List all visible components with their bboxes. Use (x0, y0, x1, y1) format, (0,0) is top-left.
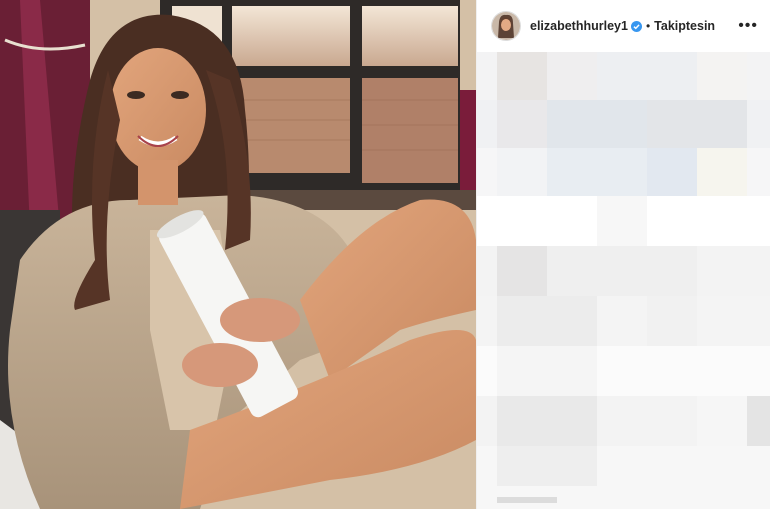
verified-badge-icon (630, 20, 642, 32)
pixel-block (497, 497, 557, 503)
instagram-post: elizabethhurley1 • Takiptesin ••• (0, 0, 770, 509)
pixel-block (547, 52, 597, 100)
post-photo-illustration (0, 0, 476, 509)
pixel-block (547, 246, 697, 296)
pixel-block (697, 148, 747, 196)
pixel-block (647, 100, 747, 148)
pixel-block (497, 346, 597, 396)
pixel-block (647, 296, 697, 346)
user-avatar[interactable] (491, 11, 521, 41)
username-link[interactable]: elizabethhurley1 (530, 19, 628, 33)
pixel-block (747, 396, 770, 446)
pixel-block (497, 148, 547, 196)
more-options-icon[interactable]: ••• (738, 18, 758, 34)
follow-status-button[interactable]: Takiptesin (654, 19, 715, 33)
comments-area-pixelated (477, 52, 770, 509)
pixel-block (697, 52, 747, 100)
separator-dot: • (645, 19, 651, 33)
post-header: elizabethhurley1 • Takiptesin ••• (477, 0, 770, 52)
pixel-block (497, 100, 547, 148)
pixel-block (497, 446, 597, 486)
pixel-block (497, 396, 597, 446)
pixel-block (547, 148, 647, 196)
avatar-image (492, 12, 520, 40)
pixel-block (497, 296, 597, 346)
pixel-block (497, 52, 547, 100)
pixel-block (647, 148, 697, 196)
pixel-block (597, 52, 697, 100)
pixel-block (497, 246, 547, 296)
post-sidebar: elizabethhurley1 • Takiptesin ••• (476, 0, 770, 509)
pixel-block (597, 196, 647, 246)
pixel-block (697, 396, 747, 446)
post-photo[interactable] (0, 0, 476, 509)
pixel-block (547, 100, 647, 148)
